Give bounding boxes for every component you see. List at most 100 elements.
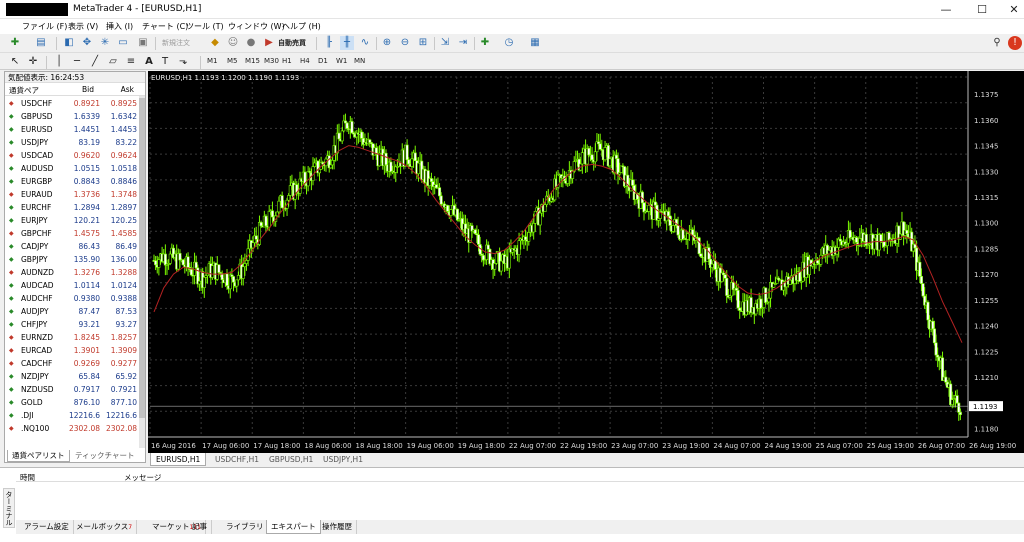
metaeditor-icon[interactable]: ◆ [208, 36, 222, 50]
market-watch-row[interactable]: ◆ .NQ100 2302.08 2302.08 [5, 422, 140, 435]
market-watch-row[interactable]: ◆ AUDJPY 87.47 87.53 [5, 305, 140, 318]
market-watch-row[interactable]: ◆ AUDNZD 1.3276 1.3288 [5, 266, 140, 279]
timeframe-m15[interactable]: M15 [245, 55, 260, 68]
indicators-icon[interactable]: ✚ [478, 36, 492, 50]
market-watch-row[interactable]: ◆ GBPCHF 1.4575 1.4585 [5, 227, 140, 240]
market-watch-row[interactable]: ◆ GBPJPY 135.90 136.00 [5, 253, 140, 266]
maximize-button[interactable]: ☐ [966, 0, 998, 19]
data-window-icon[interactable]: ✥ [80, 36, 94, 50]
market-watch-row[interactable]: ◆ NZDJPY 65.84 65.92 [5, 370, 140, 383]
column-bid[interactable]: Bid [82, 85, 94, 94]
timeframe-h1[interactable]: H1 [282, 55, 292, 68]
vertical-line-icon[interactable]: │ [52, 55, 66, 69]
price-chart[interactable]: 1.1375 1.1360 1.1345 1.1330 1.1315 1.1300 1.12… [148, 71, 1024, 453]
market-watch-icon[interactable]: ◧ [62, 36, 76, 50]
timeframe-d1[interactable]: D1 [318, 55, 328, 68]
market-watch-row[interactable]: ◆ AUDCAD 1.0114 1.0124 [5, 279, 140, 292]
notification-icon[interactable]: ! [1008, 36, 1022, 50]
market-watch-row[interactable]: ◆ GBPUSD 1.6339 1.6342 [5, 110, 140, 123]
periods-icon[interactable]: ◷ [502, 36, 516, 50]
market-watch-row[interactable]: ◆ EURAUD 1.3736 1.3748 [5, 188, 140, 201]
autotrade-icon[interactable]: ▶ [262, 36, 276, 50]
market-icon[interactable]: ● [244, 36, 258, 50]
column-time[interactable]: 時間 [20, 472, 35, 483]
arrows-icon[interactable]: ⬎ [176, 55, 190, 69]
tile-windows-icon[interactable]: ⊞ [416, 36, 430, 50]
market-watch-row[interactable]: ◆ CADCHF 0.9269 0.9277 [5, 357, 140, 370]
line-chart-icon[interactable]: ∿ [358, 36, 372, 50]
menu-insert[interactable]: 挿入 (I) [106, 21, 133, 32]
trendline-icon[interactable]: ╱ [88, 55, 102, 69]
fibonacci-icon[interactable]: ≡ [124, 55, 138, 69]
bar-chart-icon[interactable]: ╟ [322, 36, 336, 50]
terminal-tab[interactable]: エキスパート [266, 520, 321, 534]
market-watch-row[interactable]: ◆ NZDUSD 0.7917 0.7921 [5, 383, 140, 396]
tab-symbols[interactable]: 通貨ペアリスト [7, 450, 70, 462]
market-watch-row[interactable]: ◆ .DJI 12216.6 12216.6 [5, 409, 140, 422]
profiles-icon[interactable]: ▤ [34, 36, 48, 50]
channel-icon[interactable]: ▱ [106, 55, 120, 69]
chart-tab-eurusd[interactable]: EURUSD,H1 [150, 453, 207, 466]
market-watch-row[interactable]: ◆ USDJPY 83.19 83.22 [5, 136, 140, 149]
timeframe-w1[interactable]: W1 [336, 55, 347, 68]
market-watch-row[interactable]: ◆ CHFJPY 93.21 93.27 [5, 318, 140, 331]
menu-file[interactable]: ファイル (F) [22, 21, 67, 32]
zoom-out-icon[interactable]: ⊖ [398, 36, 412, 50]
terminal-tab[interactable]: 操作履歴 [318, 520, 357, 534]
new-chart-icon[interactable]: ✚ [8, 36, 22, 50]
chart-window[interactable]: 1.1375 1.1360 1.1345 1.1330 1.1315 1.1300 1.12… [148, 71, 1024, 453]
scrollbar-thumb[interactable] [139, 98, 145, 418]
terminal-tab[interactable]: 記事 [188, 520, 212, 534]
crosshair-icon[interactable]: ✛ [26, 55, 40, 69]
market-watch-row[interactable]: ◆ CADJPY 86.43 86.49 [5, 240, 140, 253]
text-icon[interactable]: A [142, 55, 156, 69]
horizontal-line-icon[interactable]: ─ [70, 55, 84, 69]
market-watch-row[interactable]: ◆ GOLD 876.10 877.10 [5, 396, 140, 409]
chart-tab-usdjpy[interactable]: USDJPY,H1 [318, 453, 368, 466]
terminal-tab[interactable]: メールボックス7 [72, 520, 138, 534]
market-watch-row[interactable]: ◆ EURGBP 0.8843 0.8846 [5, 175, 140, 188]
terminal-tab[interactable]: ライブラリ [222, 520, 269, 534]
timeframe-m5[interactable]: M5 [227, 55, 238, 68]
chart-tab-gbpusd[interactable]: GBPUSD,H1 [264, 453, 318, 466]
navigator-icon[interactable]: ✳ [98, 36, 112, 50]
cursor-icon[interactable]: ↖ [8, 55, 22, 69]
auto-scroll-icon[interactable]: ⇲ [438, 36, 452, 50]
market-watch-row[interactable]: ◆ EURNZD 1.8245 1.8257 [5, 331, 140, 344]
templates-icon[interactable]: ▦ [528, 36, 542, 50]
menu-tools[interactable]: ツール (T) [186, 21, 224, 32]
zoom-in-icon[interactable]: ⊕ [380, 36, 394, 50]
tab-tick-chart[interactable]: ティックチャート [71, 450, 138, 462]
terminal-side-label[interactable]: ターミナル [3, 488, 15, 528]
column-symbol[interactable]: 通貨ペア [9, 85, 39, 96]
terminal-icon[interactable]: ▭ [116, 36, 130, 50]
menu-chart[interactable]: チャート (C) [142, 21, 188, 32]
search-icon[interactable]: ⚲ [990, 36, 1004, 50]
minimize-button[interactable]: — [930, 0, 962, 19]
market-watch-row[interactable]: ◆ EURCHF 1.2894 1.2897 [5, 201, 140, 214]
market-watch-row[interactable]: ◆ EURCAD 1.3901 1.3909 [5, 344, 140, 357]
market-watch-row[interactable]: ◆ AUDCHF 0.9380 0.9388 [5, 292, 140, 305]
chart-tab-usdchf[interactable]: USDCHF,H1 [210, 453, 264, 466]
column-message[interactable]: メッセージ [124, 472, 161, 483]
market-watch-row[interactable]: ◆ EURJPY 120.21 120.25 [5, 214, 140, 227]
new-order-button[interactable]: 新規注文 [162, 38, 190, 48]
menu-window[interactable]: ウィンドウ (W) [228, 21, 285, 32]
column-ask[interactable]: Ask [121, 85, 134, 94]
close-button[interactable]: ✕ [998, 0, 1024, 19]
candlestick-icon[interactable]: ╫ [340, 36, 354, 50]
timeframe-h4[interactable]: H4 [300, 55, 310, 68]
menu-help[interactable]: ヘルプ (H) [282, 21, 321, 32]
text-label-icon[interactable]: T [158, 55, 172, 69]
timeframe-m30[interactable]: M30 [264, 55, 279, 68]
strategy-tester-icon[interactable]: ▣ [136, 36, 150, 50]
market-watch-row[interactable]: ◆ USDCHF 0.8921 0.8925 [5, 97, 140, 110]
market-watch-row[interactable]: ◆ EURUSD 1.4451 1.4453 [5, 123, 140, 136]
terminal-tab[interactable]: アラーム設定 [20, 520, 74, 534]
chart-shift-icon[interactable]: ⇥ [456, 36, 470, 50]
timeframe-mn[interactable]: MN [354, 55, 365, 68]
signals-icon[interactable]: ☺ [226, 36, 240, 50]
autotrade-button[interactable]: 自動売買 [278, 38, 306, 48]
market-watch-row[interactable]: ◆ USDCAD 0.9620 0.9624 [5, 149, 140, 162]
market-watch-row[interactable]: ◆ AUDUSD 1.0515 1.0518 [5, 162, 140, 175]
